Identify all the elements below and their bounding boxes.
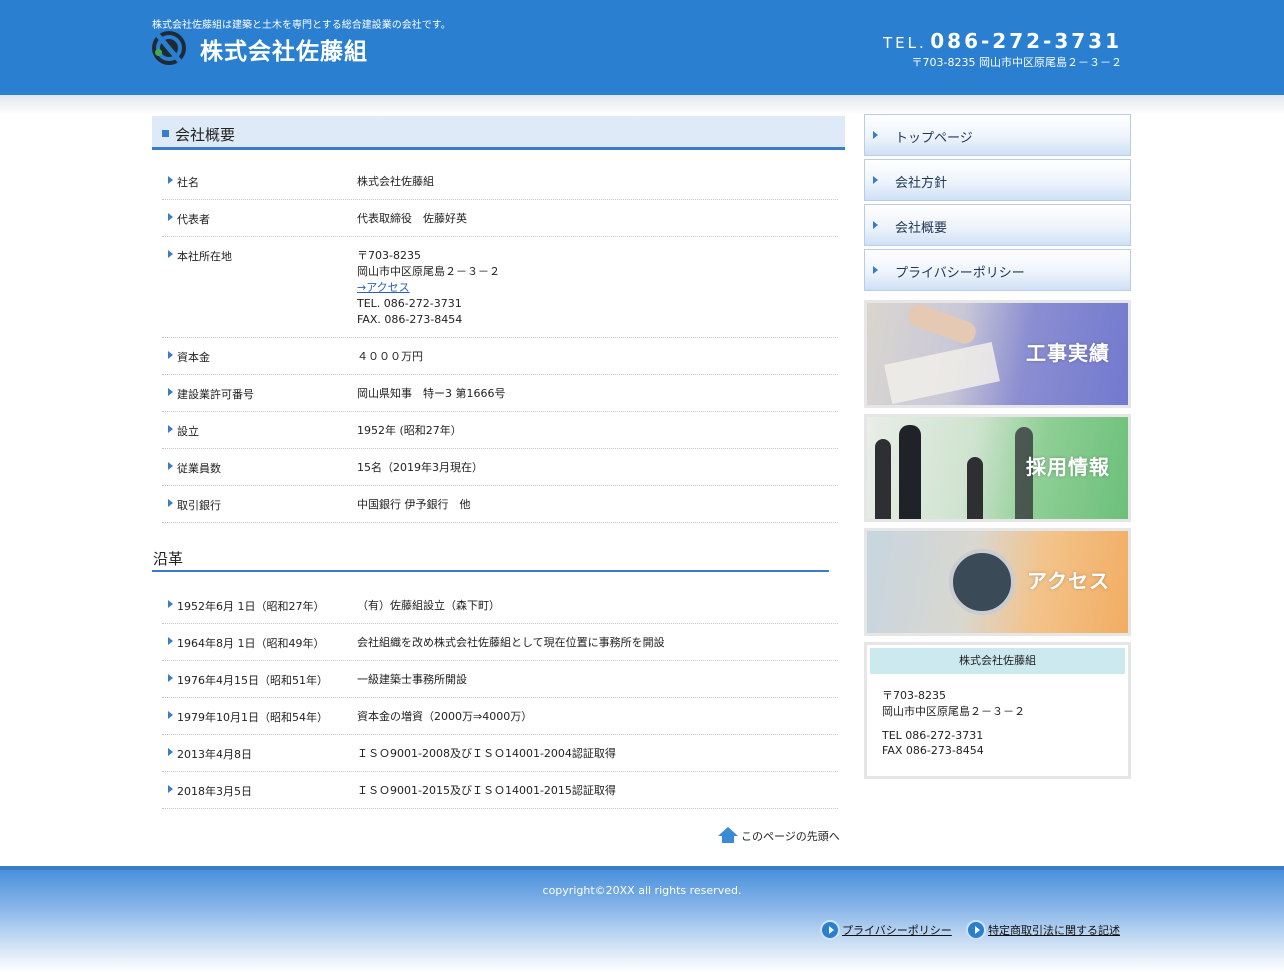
- triangle-bullet-icon: [873, 266, 878, 274]
- page-top-link[interactable]: このページの先頭へ: [718, 827, 840, 845]
- banner-recruit[interactable]: 採用情報: [864, 414, 1131, 522]
- info-row: 設立 1952年 (昭和27年）: [162, 417, 838, 449]
- triangle-bullet-icon: [168, 600, 173, 608]
- triangle-bullet-icon: [168, 351, 173, 359]
- triangle-bullet-icon: [873, 176, 878, 184]
- nav-item-overview[interactable]: 会社概要: [864, 204, 1131, 246]
- info-row: 従業員数 15名（2019年3月現在）: [162, 454, 838, 486]
- history-row: 2018年3月5日 ＩＳＯ9001-2015及びＩＳＯ14001-2015認証取…: [162, 777, 838, 809]
- company-name[interactable]: 株式会社佐藤組: [200, 32, 368, 66]
- triangle-bullet-icon: [168, 425, 173, 433]
- home-icon: [718, 827, 738, 845]
- site-tagline: 株式会社佐藤組は建築と土木を専門とする総合建設業の会社です。: [152, 20, 451, 31]
- triangle-bullet-icon: [168, 462, 173, 470]
- banner-access[interactable]: アクセス: [864, 528, 1131, 636]
- history-row: 1979年10月1日（昭和54年） 資本金の増資（2000万⇒4000万）: [162, 703, 838, 735]
- nav-item-top-page[interactable]: トップページ: [864, 114, 1131, 156]
- triangle-bullet-icon: [168, 250, 173, 258]
- nav-item-privacy[interactable]: プライバシーポリシー: [864, 249, 1131, 291]
- triangle-bullet-icon: [168, 499, 173, 507]
- info-row: 社名 株式会社佐藤組: [162, 168, 838, 200]
- access-link[interactable]: →アクセス: [357, 281, 410, 294]
- section-title-history: 沿革: [152, 548, 829, 572]
- triangle-bullet-icon: [168, 637, 173, 645]
- info-row: 代表者 代表取締役 佐藤好英: [162, 205, 838, 237]
- copyright-text: copyright©20XX all rights reserved.: [542, 884, 742, 897]
- person-image: [967, 457, 983, 519]
- banner-works[interactable]: 工事実績: [864, 300, 1131, 408]
- header-phone: TEL. 086-272-3731: [883, 29, 1122, 53]
- triangle-bullet-icon: [168, 213, 173, 221]
- triangle-bullet-icon: [873, 221, 878, 229]
- tel-number: 086-272-3731: [930, 29, 1122, 53]
- person-image: [875, 439, 891, 519]
- square-bullet-icon: [162, 130, 169, 137]
- triangle-bullet-icon: [168, 785, 173, 793]
- compass-icon: [949, 549, 1015, 615]
- tel-label: TEL.: [882, 34, 927, 52]
- triangle-bullet-icon: [873, 131, 878, 139]
- footer-link-commerce[interactable]: 特定商取引法に関する記述: [966, 920, 1120, 940]
- triangle-bullet-icon: [168, 711, 173, 719]
- history-row: 2013年4月8日 ＩＳＯ9001-2008及びＩＳＯ14001-2004認証取…: [162, 740, 838, 772]
- company-info-box: 株式会社佐藤組 〒703-8235 岡山市中区原尾島２－３－２ TEL 086-…: [864, 642, 1131, 779]
- info-row: 本社所在地 〒703-8235 岡山市中区原尾島２－３－２ →アクセス TEL.…: [162, 242, 838, 338]
- info-row: 資本金 ４０００万円: [162, 343, 838, 375]
- arrow-right-circle-icon: [820, 920, 840, 940]
- section-title-overview: 会社概要: [152, 116, 845, 150]
- header-shadow: [0, 95, 1284, 115]
- triangle-bullet-icon: [168, 674, 173, 682]
- history-row: 1964年8月 1日（昭和49年） 会社組織を改め株式会社佐藤組として現在位置に…: [162, 629, 838, 661]
- arrow-right-circle-icon: [966, 920, 986, 940]
- footer-link-privacy[interactable]: プライバシーポリシー: [820, 920, 952, 940]
- info-row: 建設業許可番号 岡山県知事 特ー3 第1666号: [162, 380, 838, 412]
- triangle-bullet-icon: [168, 748, 173, 756]
- header-address: 〒703-8235 岡山市中区原尾島２－３－２: [911, 56, 1122, 69]
- history-row: 1976年4月15日（昭和51年） 一級建築士事務所開設: [162, 666, 838, 698]
- info-row: 取引銀行 中国銀行 伊予銀行 他: [162, 491, 838, 523]
- company-logo-icon[interactable]: [152, 31, 186, 65]
- history-row: 1952年6月 1日（昭和27年） （有）佐藤組設立（森下町）: [162, 592, 838, 624]
- triangle-bullet-icon: [168, 388, 173, 396]
- person-image: [899, 425, 921, 519]
- triangle-bullet-icon: [168, 176, 173, 184]
- nav-item-policy[interactable]: 会社方針: [864, 159, 1131, 201]
